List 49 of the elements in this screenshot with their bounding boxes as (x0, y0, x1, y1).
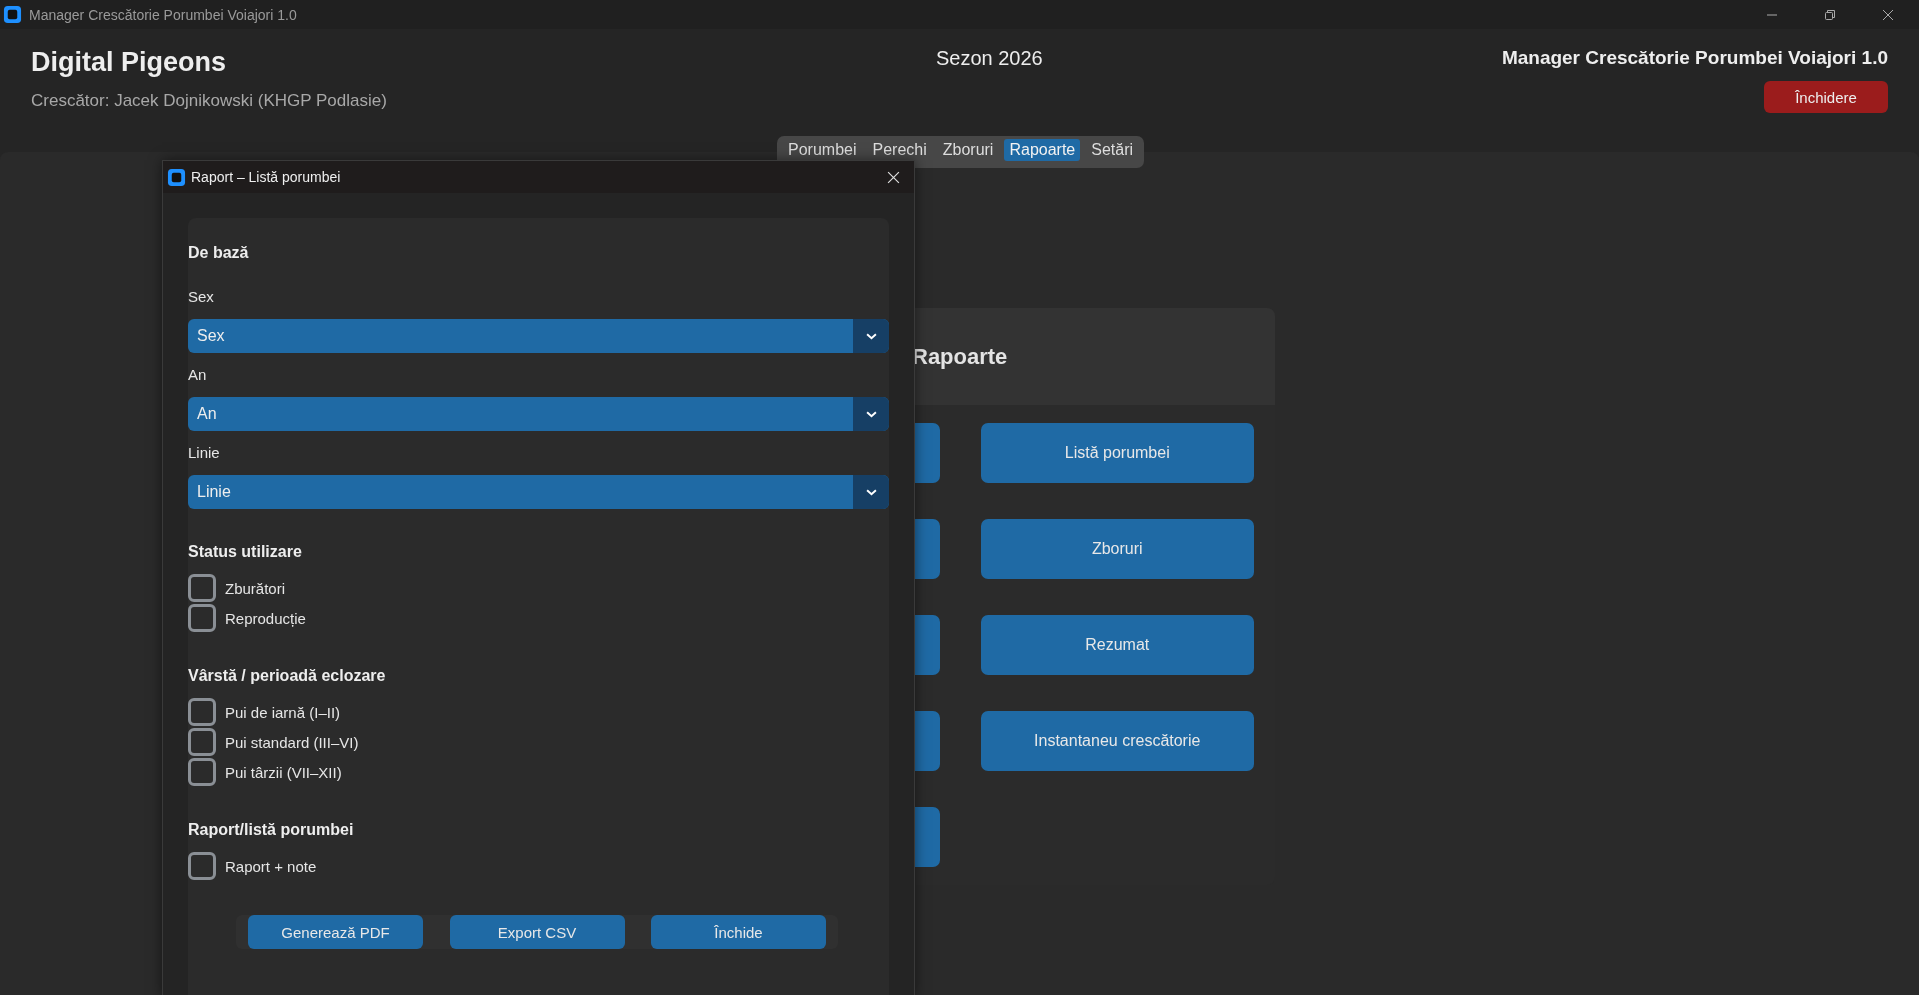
dialog-title: Raport – Listă porumbei (191, 169, 341, 185)
field-label: Linie (188, 444, 221, 461)
chevron-icon (865, 332, 877, 340)
section-heading: Raport/listă porumbei (188, 821, 355, 839)
report-button[interactable]: Listă porumbei (980, 423, 1254, 483)
chevron-icon (865, 488, 877, 496)
checkbox[interactable] (188, 728, 216, 756)
exit-button[interactable]: Închidere (1764, 81, 1888, 113)
dialog-button[interactable]: Generează PDF (248, 915, 423, 949)
section-heading: Vârstă / perioadă eclozare (188, 667, 387, 685)
dropdown[interactable]: Linie (188, 475, 889, 509)
field-label: An (188, 366, 208, 383)
checkbox-label: Reproducție (225, 609, 306, 627)
checkbox[interactable] (188, 574, 216, 602)
report-button[interactable]: Instantaneu crescătorie (980, 711, 1254, 771)
app-icon (3, 5, 22, 24)
field-label: Sex (188, 288, 215, 305)
checkbox[interactable] (188, 604, 216, 632)
breeder-label: Crescător: Jacek Dojnikowski (KHGP Podlasie) (31, 91, 387, 111)
chevron-icon (865, 410, 877, 418)
app-title: Manager Crescătorie Porumbei Voiajori 1.0 (1501, 47, 1888, 69)
season-label: Sezon 2026 (935, 46, 1044, 70)
section-heading: De bază (188, 244, 250, 262)
dialog-button[interactable]: Închide (651, 915, 826, 949)
report-button[interactable]: Rezumat (980, 615, 1254, 675)
checkbox-label: Pui de iarnă (I–II) (225, 703, 341, 721)
tab[interactable]: Zboruri (937, 139, 999, 161)
checkbox-label: Pui standard (III–VI) (225, 733, 359, 751)
close-icon[interactable] (1882, 8, 1894, 21)
checkbox[interactable] (188, 758, 216, 786)
tab[interactable]: Rapoarte (1004, 139, 1081, 161)
dropdown[interactable]: Sex (188, 319, 889, 353)
app-icon (167, 167, 186, 187)
panel-title: Rapoarte (912, 343, 1008, 370)
checkbox-label: Raport + note (225, 857, 317, 875)
window-title: Manager Crescătorie Porumbei Voiajori 1.0 (29, 6, 297, 23)
checkbox-label: Zburători (225, 579, 286, 597)
checkbox[interactable] (188, 698, 216, 726)
dialog-button[interactable]: Export CSV (449, 915, 625, 949)
section-heading: Status utilizare (188, 543, 303, 561)
checkbox-label: Pui târzii (VII–XII) (225, 763, 342, 781)
checkbox[interactable] (188, 852, 216, 880)
dropdown[interactable]: An (188, 397, 889, 431)
tab[interactable]: Setări (1086, 139, 1139, 161)
app-name: Digital Pigeons (31, 47, 228, 78)
report-button[interactable]: Zboruri (980, 519, 1254, 579)
tab[interactable]: Perechi (867, 139, 932, 161)
restore-icon[interactable] (1824, 8, 1836, 21)
tab[interactable]: Porumbei (783, 139, 862, 161)
